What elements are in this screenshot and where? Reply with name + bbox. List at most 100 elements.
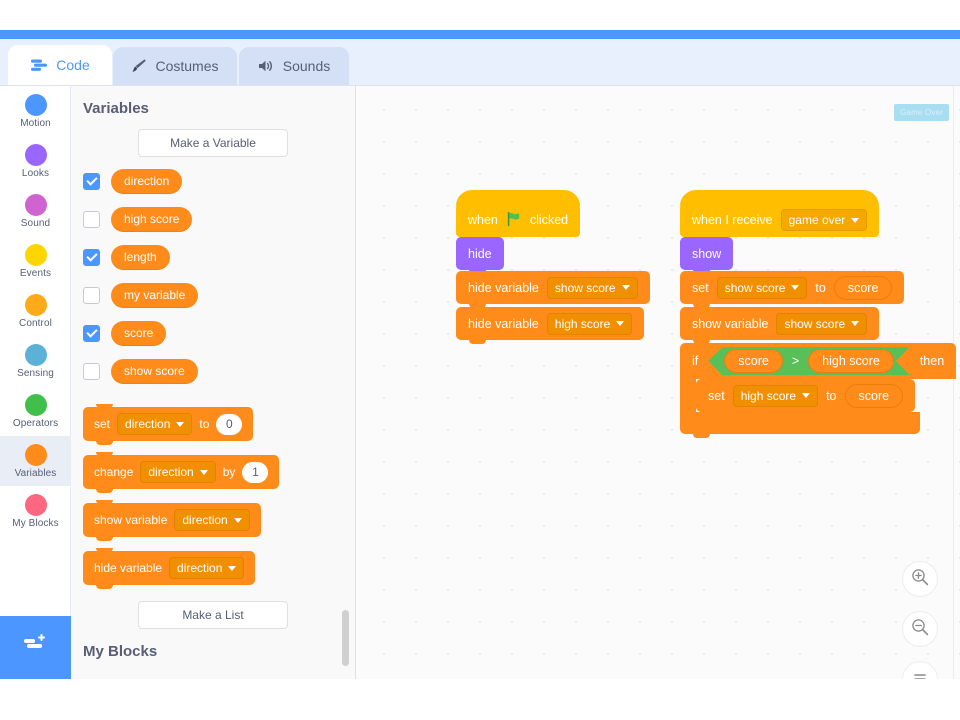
show-variable-dropdown[interactable]: direction — [174, 509, 250, 531]
variable-checkbox-direction[interactable] — [83, 172, 100, 190]
change-variable-value-input[interactable]: 1 — [242, 461, 269, 483]
palette-block-show-variable[interactable]: show variable direction — [83, 500, 261, 541]
variable-reporter-high-score[interactable]: high score — [111, 206, 193, 232]
palette-heading: Variables — [83, 100, 149, 117]
category-sensing[interactable]: Sensing — [0, 336, 71, 386]
category-motion[interactable]: Motion — [0, 86, 71, 136]
operator-greater-than[interactable]: score > high score — [708, 347, 910, 375]
clicked-word: clicked — [529, 213, 569, 227]
palette-next-heading: My Blocks — [83, 643, 158, 660]
variable-reporter-length[interactable]: length — [111, 244, 170, 270]
motion-dot-icon — [24, 93, 47, 116]
block-show[interactable]: show — [680, 237, 734, 274]
show-variable-show-score-dropdown[interactable]: show score — [776, 312, 868, 335]
set-variable-value-input[interactable]: 0 — [216, 413, 243, 435]
block-hide[interactable]: hide — [456, 237, 504, 274]
tab-costumes[interactable]: Costumes — [113, 47, 237, 85]
to-word: to — [199, 417, 210, 431]
category-operators[interactable]: Operators — [0, 386, 71, 436]
if-then-header[interactable]: if score > high score then — [680, 343, 957, 379]
chevron-down-icon — [199, 469, 208, 475]
chevron-down-icon — [176, 421, 185, 427]
block-hide-variable-high-score[interactable]: hide variable high score — [456, 307, 645, 344]
change-variable-dropdown[interactable]: direction — [140, 461, 216, 483]
block-if-then[interactable]: if score > high score then set high scor… — [680, 343, 957, 438]
make-a-list-button[interactable]: Make a List — [138, 601, 288, 629]
hide-variable-high-score-dropdown[interactable]: high score — [546, 312, 633, 335]
palette-block-hide-variable[interactable]: hide variable direction — [83, 548, 256, 589]
variable-checkbox-show-score[interactable] — [83, 362, 100, 380]
to-label: to — [815, 280, 826, 295]
hide-variable-high-score-dropdown-label: high score — [554, 316, 611, 331]
variable-reporter-show-score[interactable]: show score — [111, 358, 198, 384]
category-my-blocks-label: My Blocks — [12, 517, 59, 529]
block-set-high-score[interactable]: set high score to score — [696, 379, 916, 416]
block-show-variable-show-score[interactable]: show variable show score — [680, 307, 880, 344]
chevron-down-icon — [228, 565, 237, 571]
category-sensing-label: Sensing — [17, 367, 54, 379]
zoom-reset-button[interactable] — [902, 661, 938, 679]
hide-variable-dropdown[interactable]: direction — [169, 557, 245, 579]
category-sidebar: Motion Looks Sound Events Control Sensin… — [0, 86, 71, 679]
when-word: when — [468, 213, 498, 227]
tab-code[interactable]: Code — [8, 45, 112, 85]
variable-reporter-my-variable[interactable]: my variable — [111, 282, 199, 308]
show-label: show — [692, 246, 722, 261]
palette-block-set-variable[interactable]: set direction to 0 — [83, 404, 254, 445]
reporter-high-score[interactable]: high score — [808, 349, 894, 373]
zoom-in-icon — [910, 567, 930, 592]
block-when-i-receive[interactable]: when I receive game over — [680, 190, 880, 241]
make-a-variable-button[interactable]: Make a Variable — [138, 129, 288, 157]
stage-monitor-game-over[interactable]: Game Over — [894, 104, 950, 121]
palette-variable-row: direction — [83, 167, 355, 195]
category-control[interactable]: Control — [0, 286, 71, 336]
variable-checkbox-my-variable[interactable] — [83, 286, 100, 304]
category-looks[interactable]: Looks — [0, 136, 71, 186]
block-set-show-score[interactable]: set show score to score — [680, 271, 905, 308]
add-extension-button[interactable] — [0, 616, 71, 679]
category-my-blocks[interactable]: My Blocks — [0, 486, 71, 536]
variable-reporter-direction[interactable]: direction — [111, 168, 183, 194]
palette-block-change-variable[interactable]: change direction by 1 — [83, 452, 280, 493]
category-sound-label: Sound — [20, 217, 51, 229]
zoom-out-button[interactable] — [902, 611, 938, 647]
show-variable-word: show variable — [94, 513, 168, 527]
chevron-down-icon — [791, 285, 800, 290]
sound-dot-icon — [24, 193, 47, 216]
category-sound[interactable]: Sound — [0, 186, 71, 236]
tab-sounds[interactable]: Sounds — [239, 47, 349, 85]
category-control-label: Control — [19, 317, 52, 329]
set-show-score-dropdown[interactable]: show score — [716, 276, 808, 299]
greater-than-symbol: > — [791, 354, 800, 368]
reporter-score-left[interactable]: score — [724, 349, 783, 373]
to-label: to — [826, 388, 837, 403]
zoom-out-icon — [910, 617, 930, 642]
variables-dot-icon — [24, 443, 47, 466]
scratch-editor: Code Costumes Sounds Motion Looks Sound … — [0, 0, 960, 720]
if-label: if — [692, 354, 699, 368]
reporter-score[interactable]: score — [833, 275, 893, 300]
set-high-score-dropdown[interactable]: high score — [732, 384, 819, 407]
variable-reporter-score[interactable]: score — [111, 320, 167, 346]
hide-variable-show-score-dropdown[interactable]: show score — [546, 276, 638, 299]
reporter-score-inner[interactable]: score — [844, 383, 904, 408]
palette-scrollbar[interactable] — [342, 610, 349, 666]
hide-variable-word: hide variable — [94, 561, 163, 575]
by-word: by — [222, 465, 236, 479]
category-events[interactable]: Events — [0, 236, 71, 286]
block-when-flag-clicked[interactable]: when clicked — [456, 190, 581, 241]
variable-checkbox-high-score[interactable] — [83, 210, 100, 228]
category-motion-label: Motion — [20, 117, 51, 129]
category-variables[interactable]: Variables — [0, 436, 71, 486]
tab-sounds-label: Sounds — [282, 58, 331, 74]
variable-checkbox-score[interactable] — [83, 324, 100, 342]
block-palette[interactable]: Variables Make a Variable direction high… — [71, 86, 356, 679]
category-variables-label: Variables — [14, 467, 57, 479]
when-i-receive-dropdown[interactable]: game over — [780, 209, 868, 231]
category-looks-label: Looks — [21, 167, 50, 179]
block-hide-variable-show-score[interactable]: hide variable show score — [456, 271, 650, 308]
set-variable-dropdown[interactable]: direction — [117, 413, 193, 435]
code-workspace[interactable]: Game Over when clicked hide hide variabl… — [356, 86, 960, 679]
zoom-in-button[interactable] — [902, 561, 938, 597]
variable-checkbox-length[interactable] — [83, 248, 100, 266]
